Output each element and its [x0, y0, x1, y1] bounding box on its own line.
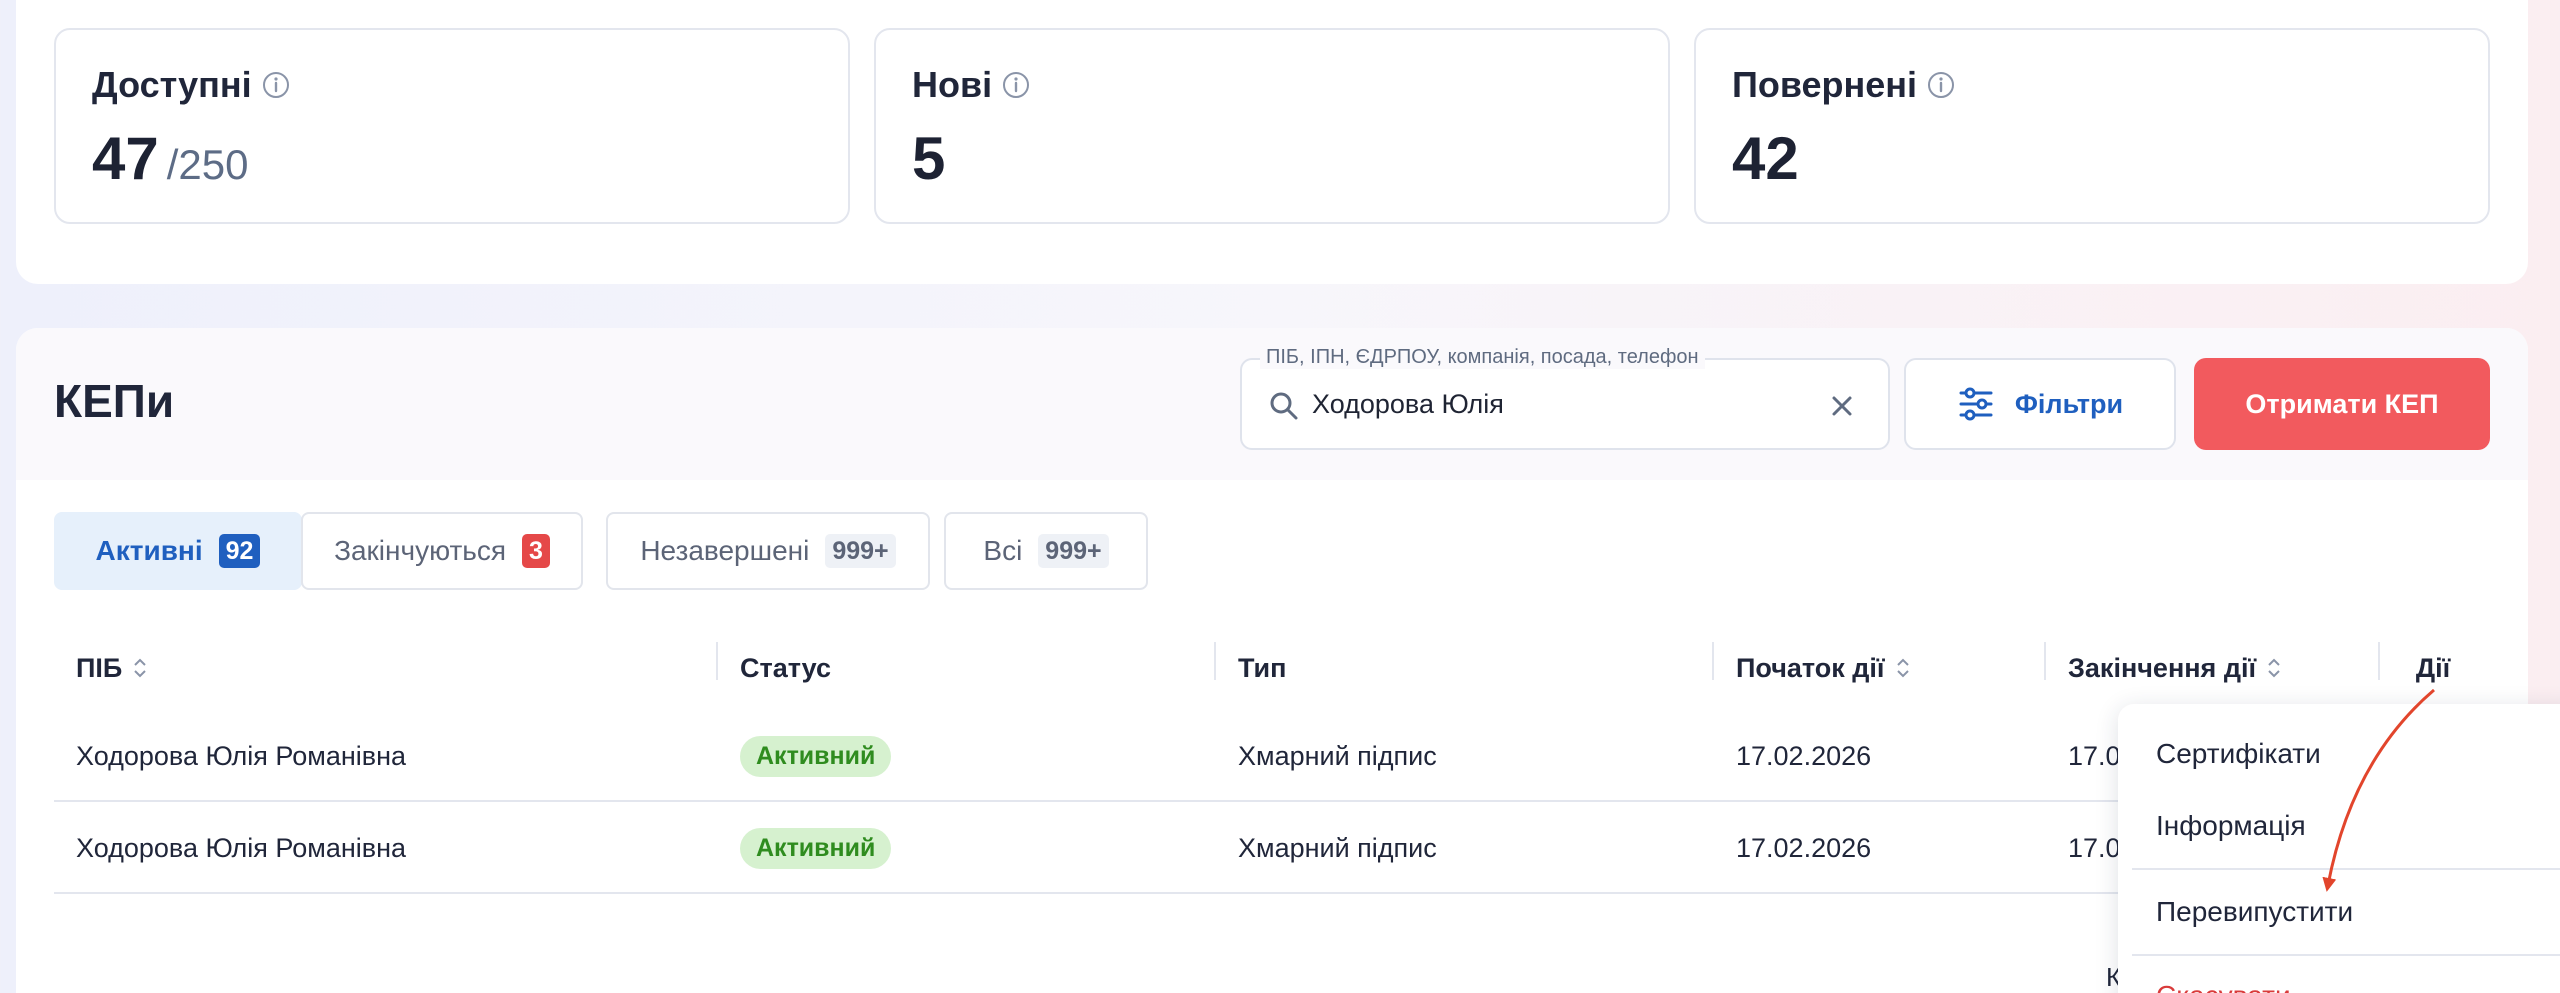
menu-item-certificates[interactable]: Сертифікати	[2156, 738, 2321, 770]
kep-header: КЕПи ПІБ, ІПН, ЄДРПОУ, компанія, посада,…	[16, 328, 2528, 480]
column-divider	[1712, 642, 1714, 680]
tab-expiring[interactable]: Закінчуються 3	[301, 512, 583, 590]
stat-title-available: Доступні	[92, 64, 252, 105]
count-badge: 3	[522, 534, 550, 568]
cell-type: Хмарний підпис	[1238, 832, 1437, 863]
count-badge: 92	[218, 534, 261, 568]
column-header-type: Тип	[1238, 652, 1287, 683]
filter-icon	[1959, 387, 1993, 421]
stat-value-available: 47	[92, 125, 159, 192]
cell-name: Ходорова Юлія Романівна	[76, 740, 407, 771]
search-icon	[1270, 392, 1298, 420]
column-header-actions: Дії	[2415, 652, 2451, 683]
clear-icon[interactable]	[1830, 394, 1854, 418]
stat-title-returned: Повернені	[1732, 64, 1918, 105]
search-input[interactable]	[1312, 382, 1812, 426]
tab-label: Активні	[95, 535, 203, 566]
stat-card-returned: Повернені 42	[1694, 28, 2490, 224]
column-divider	[2044, 642, 2046, 680]
cell-end-date: 17.0	[2068, 740, 2121, 771]
info-icon[interactable]	[260, 69, 292, 101]
stat-title-new: Нові	[912, 64, 993, 105]
tab-label: Всі	[983, 535, 1023, 566]
tab-all[interactable]: Всі 999+	[944, 512, 1148, 590]
search-box[interactable]: ПІБ, ІПН, ЄДРПОУ, компанія, посада, теле…	[1240, 346, 1890, 450]
tab-incomplete[interactable]: Незавершені 999+	[606, 512, 930, 590]
menu-divider	[2132, 868, 2560, 870]
status-badge: Активний	[740, 827, 892, 869]
column-header-name[interactable]: ПІБ	[76, 640, 148, 696]
cell-type: Хмарний підпис	[1238, 740, 1437, 771]
menu-item-reissue[interactable]: Перевипустити	[2156, 896, 2353, 928]
page-title: КЕПи	[54, 375, 175, 427]
tab-active[interactable]: Активні 92	[54, 512, 302, 590]
cell-name: Ходорова Юлія Романівна	[76, 832, 407, 863]
menu-item-cancel[interactable]: Скасувати	[2156, 980, 2291, 993]
get-kep-button[interactable]: Отримати КЕП	[2194, 358, 2490, 450]
column-header-status: Статус	[740, 652, 831, 683]
sort-icon	[1896, 658, 1909, 678]
status-badge: Активний	[740, 735, 892, 777]
tab-label: Незавершені	[640, 535, 810, 566]
cell-end-date: 17.0	[2068, 832, 2121, 863]
column-divider	[1214, 642, 1216, 680]
sort-icon	[134, 658, 147, 678]
count-badge: 999+	[1038, 534, 1109, 568]
column-header-start[interactable]: Початок дії	[1736, 640, 1911, 696]
cell-start-date: 17.02.2026	[1736, 832, 1872, 863]
sort-icon	[2268, 658, 2280, 678]
count-badge: 999+	[825, 534, 896, 568]
stat-value-returned: 42	[1732, 125, 1799, 192]
column-divider	[716, 642, 718, 680]
menu-divider	[2132, 954, 2560, 956]
filter-button-label: Фільтри	[2014, 388, 2124, 419]
stat-card-new: Нові 5	[874, 28, 1670, 224]
column-header-end[interactable]: Закінчення дії	[2068, 640, 2282, 696]
info-icon[interactable]	[1000, 69, 1032, 101]
stats-panel: Доступні 47/250 Нові 5 Повернені 42	[16, 0, 2528, 284]
stat-card-available: Доступні 47/250	[54, 28, 850, 224]
cell-start-date: 17.02.2026	[1736, 740, 1872, 771]
filter-button[interactable]: Фільтри	[1904, 358, 2176, 450]
stat-total-available: /250	[166, 141, 249, 188]
actions-menu: Сертифікати Інформація Перевипустити Ска…	[2118, 704, 2560, 993]
info-icon[interactable]	[1925, 69, 1957, 101]
search-label: ПІБ, ІПН, ЄДРПОУ, компанія, посада, теле…	[1260, 346, 1705, 369]
tab-label: Закінчуються	[334, 535, 507, 566]
menu-item-information[interactable]: Інформація	[2156, 810, 2306, 842]
stat-value-new: 5	[912, 125, 946, 192]
